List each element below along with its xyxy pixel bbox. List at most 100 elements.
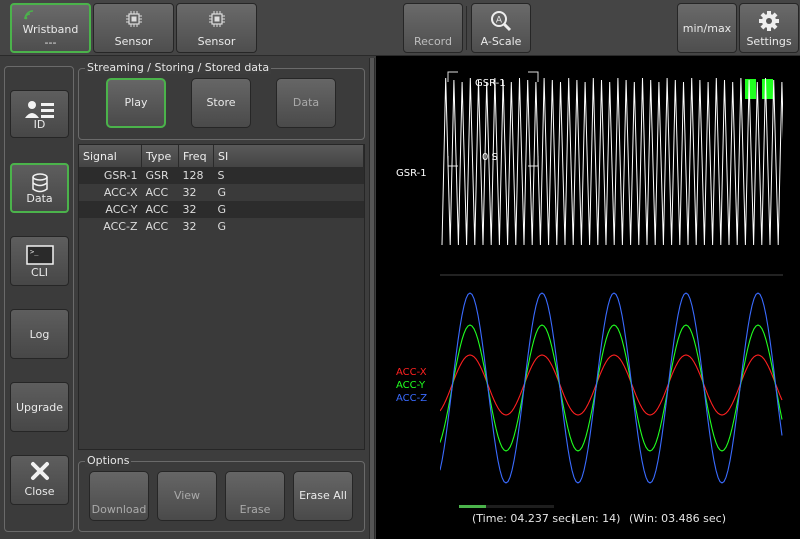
panel-splitter[interactable] xyxy=(369,58,375,539)
sidebar-item-label: ID xyxy=(33,118,46,131)
progress-fill xyxy=(459,505,486,508)
magnifier-a-icon: A xyxy=(472,10,530,35)
status-length: (Len: 14) xyxy=(571,512,621,525)
download-button[interactable]: Download xyxy=(89,471,149,521)
min-max-label: min/max xyxy=(682,22,732,35)
cell-signal: GSR-1 xyxy=(103,169,138,182)
sidebar-item-data[interactable]: Data xyxy=(10,163,69,213)
sensor-button-1[interactable]: Sensor xyxy=(93,3,174,53)
column-header[interactable]: SI xyxy=(213,145,364,167)
cell-si: G xyxy=(217,220,227,233)
wristband-sub: --- xyxy=(44,36,57,49)
cell-freq: 128 xyxy=(182,169,204,182)
signal-plot[interactable]: GSR-1 0 S xyxy=(439,70,787,497)
cell-freq: 32 xyxy=(182,186,197,199)
svg-text:>_: >_ xyxy=(30,248,39,256)
status-time: (Time: 04.237 sec) xyxy=(472,512,576,525)
erase-all-label: Erase All xyxy=(299,489,347,502)
signal-indicator-1 xyxy=(745,79,756,99)
view-button[interactable]: View xyxy=(157,471,217,521)
table-row[interactable]: ACC-Z ACC 32 G xyxy=(79,218,364,235)
cell-freq: 32 xyxy=(182,220,197,233)
settings-label: Settings xyxy=(746,35,792,48)
cell-type: ACC xyxy=(145,220,169,233)
sidebar-item-id[interactable]: ID xyxy=(10,90,69,138)
table-row[interactable]: ACC-Y ACC 32 G xyxy=(79,201,364,218)
store-label: Store xyxy=(206,96,236,109)
erase-all-button[interactable]: Erase All xyxy=(293,471,353,521)
acc-y-label: ACC-Y xyxy=(396,380,426,391)
a-scale-label: A-Scale xyxy=(480,35,522,48)
store-button[interactable]: Store xyxy=(191,78,251,128)
toolbar-divider xyxy=(466,6,467,50)
settings-button[interactable]: Settings xyxy=(739,3,799,53)
chip-icon xyxy=(94,10,173,31)
play-button[interactable]: Play xyxy=(106,78,166,128)
data-label: Data xyxy=(292,96,320,109)
sidebar-item-label: Close xyxy=(24,485,55,498)
sidebar-item-label: Data xyxy=(26,192,53,205)
cell-si: S xyxy=(217,169,225,182)
acc-x-label: ACC-X xyxy=(396,367,427,378)
status-window: (Win: 03.486 sec) xyxy=(629,512,726,525)
record-button[interactable]: Record xyxy=(403,3,463,53)
view-label: View xyxy=(173,489,201,502)
cell-si: G xyxy=(217,186,227,199)
signal-table-grid: Signal Type Freq SI GSR-1 GSR 128 S ACC-… xyxy=(79,145,364,235)
erase-button[interactable]: Erase xyxy=(225,471,285,521)
sidebar-item-cli[interactable]: >_ CLI xyxy=(10,236,69,286)
progress-bar xyxy=(459,505,554,508)
acc-y-trace xyxy=(439,324,783,452)
column-header[interactable]: Type xyxy=(141,145,179,167)
table-row[interactable]: GSR-1 GSR 128 S xyxy=(79,167,364,184)
cell-type: ACC xyxy=(145,186,169,199)
gear-icon xyxy=(740,10,798,35)
sensor-label-1: Sensor xyxy=(114,35,153,48)
cell-type: ACC xyxy=(145,203,169,216)
min-max-button[interactable]: min/max xyxy=(677,3,737,53)
terminal-icon: >_ xyxy=(11,245,68,268)
acc-z-label: ACC-Z xyxy=(396,393,428,404)
record-label: Record xyxy=(413,35,452,48)
gsr-inner-label: GSR-1 xyxy=(475,78,506,89)
erase-label: Erase xyxy=(239,503,271,516)
gsr-scale-label: 0 S xyxy=(482,152,498,163)
close-icon xyxy=(11,460,68,485)
chip-icon xyxy=(177,10,256,31)
data-button[interactable]: Data xyxy=(276,78,336,128)
column-header[interactable]: Signal xyxy=(79,145,142,167)
sidebar-item-close[interactable]: Close xyxy=(10,455,69,505)
cell-freq: 32 xyxy=(182,203,197,216)
cell-si: G xyxy=(217,203,227,216)
table-row[interactable]: ACC-X ACC 32 G xyxy=(79,184,364,201)
sidebar-item-label: CLI xyxy=(30,266,49,279)
options-legend: Options xyxy=(85,454,132,467)
gsr-signal-label: GSR-1 xyxy=(396,168,427,179)
play-label: Play xyxy=(124,96,148,109)
gsr-line xyxy=(441,77,787,246)
svg-text:A: A xyxy=(496,16,503,26)
wristband-button[interactable]: Wristband --- xyxy=(10,3,91,53)
cell-signal: ACC-Z xyxy=(103,220,138,233)
signal-plot-svg: GSR-1 0 S xyxy=(439,71,787,484)
gsr-trace xyxy=(441,77,787,246)
sidebar-item-upgrade[interactable]: Upgrade xyxy=(10,382,69,432)
sidebar-item-label: Upgrade xyxy=(15,401,64,414)
cell-signal: ACC-X xyxy=(103,186,138,199)
acc-z-trace xyxy=(439,292,783,484)
download-label: Download xyxy=(91,503,147,516)
cell-type: GSR xyxy=(145,169,169,182)
cell-signal: ACC-Y xyxy=(105,203,138,216)
table-header-row: Signal Type Freq SI xyxy=(79,145,364,167)
streaming-legend: Streaming / Storing / Stored data xyxy=(85,61,272,74)
signal-indicator-2 xyxy=(762,79,773,99)
wristband-label: Wristband xyxy=(22,23,79,36)
sidebar-item-log[interactable]: Log xyxy=(10,309,69,359)
signal-table: Signal Type Freq SI GSR-1 GSR 128 S ACC-… xyxy=(78,144,365,450)
column-header[interactable]: Freq xyxy=(178,145,214,167)
sensor-label-2: Sensor xyxy=(197,35,236,48)
a-scale-button[interactable]: A A-Scale xyxy=(471,3,531,53)
sensor-button-2[interactable]: Sensor xyxy=(176,3,257,53)
sidebar-item-label: Log xyxy=(29,328,50,341)
wifi-icon xyxy=(24,10,36,23)
